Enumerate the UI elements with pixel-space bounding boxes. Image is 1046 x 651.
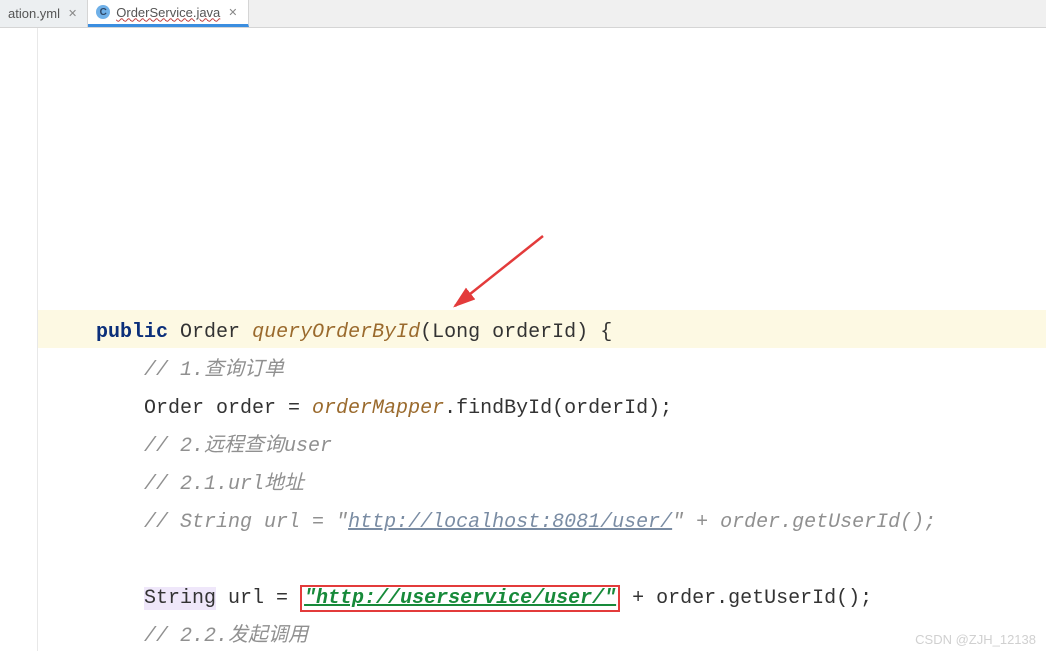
code-text: .findById(orderId); [444,397,672,420]
close-icon[interactable]: ✕ [66,7,79,20]
comment: // 2.2.发起调用 [144,625,308,648]
param-type: Long [432,321,480,344]
comment: // 2.1.url地址 [144,473,304,496]
field-ref: orderMapper [312,397,444,420]
param-name: orderId [492,321,576,344]
code-text: Order order = [144,397,312,420]
comment: // 2.远程查询user [144,435,332,458]
code-text: + order.getUserId(); [620,587,872,610]
method-name: queryOrderById [252,321,420,344]
tab-label: OrderService.java [116,5,220,20]
tab-label: ation.yml [8,6,60,21]
java-class-icon: C [96,5,110,19]
string-literal: "http://userservice/user/" [304,587,616,610]
tab-orderservice[interactable]: C OrderService.java ✕ [88,0,248,27]
code-content: public Order queryOrderById(Long orderId… [48,276,1036,651]
highlighted-url-box: "http://userservice/user/" [300,585,620,612]
comment-url: http://localhost:8081/user/ [348,511,672,534]
brace-open: { [600,321,612,344]
return-type: Order [180,321,240,344]
code-text: url = [216,587,300,610]
gutter [0,28,38,651]
close-icon[interactable]: ✕ [226,6,239,19]
tab-bar: ation.yml ✕ C OrderService.java ✕ [0,0,1046,28]
comment: " + order.getUserId(); [672,511,936,534]
keyword-public: public [96,321,168,344]
code-area[interactable]: public Order queryOrderById(Long orderId… [38,28,1046,651]
comment: // String url = " [144,511,348,534]
type-string: String [144,587,216,610]
comment: // 1.查询订单 [144,359,284,382]
editor-pane: public Order queryOrderById(Long orderId… [0,28,1046,651]
tab-yml[interactable]: ation.yml ✕ [0,0,88,27]
